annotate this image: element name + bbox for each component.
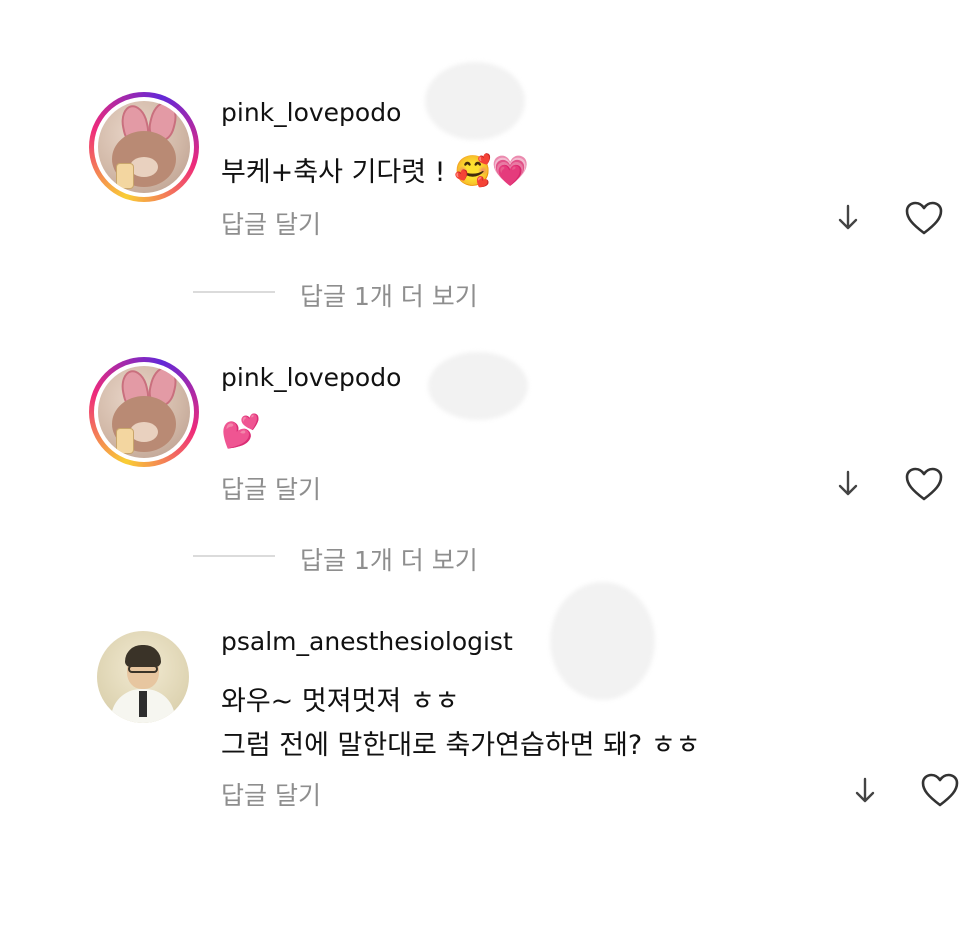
username[interactable]: pink_lovepodo <box>221 363 401 392</box>
view-more-replies[interactable]: 답글 1개 더 보기 <box>300 541 478 577</box>
avatar[interactable] <box>97 631 189 723</box>
reply-button[interactable]: 답글 달기 <box>221 470 321 506</box>
comment-text: 그럼 전에 말한대로 축가연습하면 돼? ㅎㅎ <box>221 730 701 761</box>
divider <box>193 555 275 557</box>
avatar[interactable] <box>89 357 199 467</box>
emoji: 💕 <box>221 412 261 450</box>
blurred-timestamp <box>550 582 655 700</box>
username[interactable]: pink_lovepodo <box>221 98 401 127</box>
translate-down-icon[interactable] <box>835 468 861 504</box>
reply-button[interactable]: 답글 달기 <box>221 776 321 812</box>
heart-icon[interactable] <box>920 772 960 812</box>
comment-text: 와우~ 멋져멋져 ㅎㅎ <box>221 686 460 717</box>
reply-button[interactable]: 답글 달기 <box>221 205 321 241</box>
view-more-replies[interactable]: 답글 1개 더 보기 <box>300 277 478 313</box>
heart-icon[interactable] <box>904 200 944 240</box>
username[interactable]: psalm_anesthesiologist <box>221 627 513 656</box>
comment-text: 부케+축사 기다렷 ! <box>221 157 446 188</box>
avatar[interactable] <box>89 92 199 202</box>
translate-down-icon[interactable] <box>835 202 861 238</box>
divider <box>193 291 275 293</box>
emoji: 🥰💗 <box>454 154 529 189</box>
heart-icon[interactable] <box>904 466 944 506</box>
translate-down-icon[interactable] <box>852 775 878 811</box>
blurred-timestamp <box>428 352 528 420</box>
blurred-timestamp <box>425 62 525 140</box>
